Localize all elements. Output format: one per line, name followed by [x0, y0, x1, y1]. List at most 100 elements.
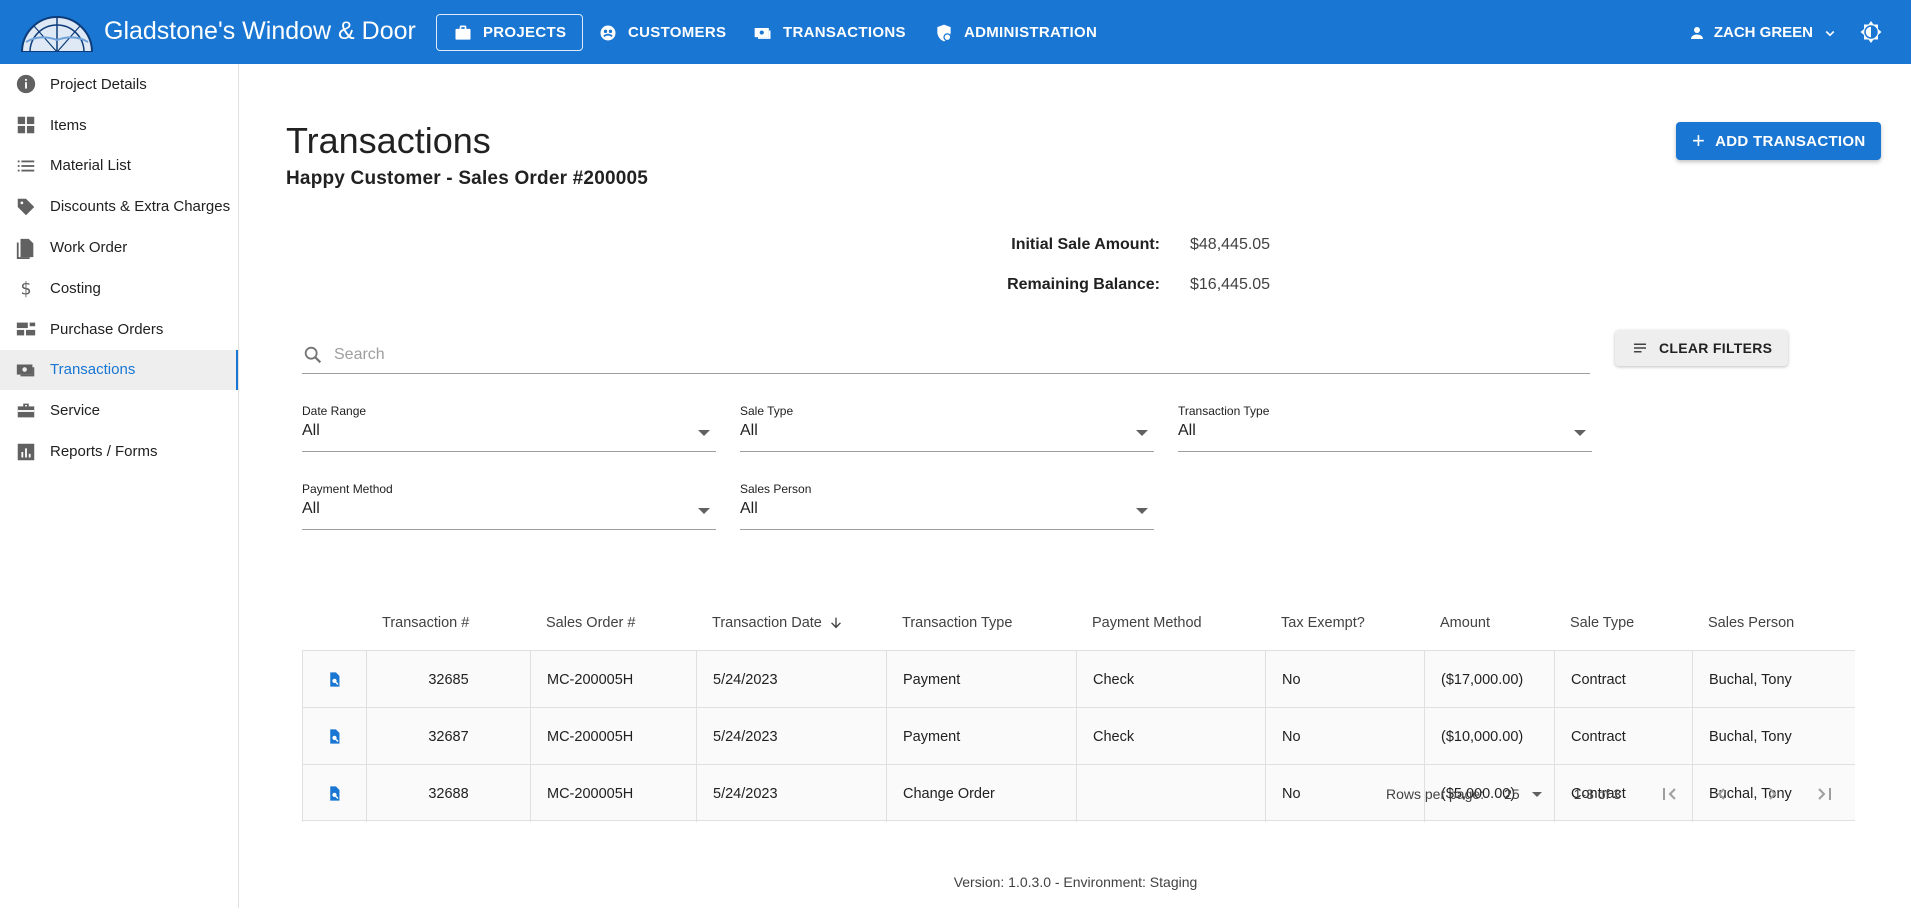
sidebar-item-label: Items [50, 116, 87, 134]
sale-type-select[interactable]: Sale Type All [740, 404, 1154, 452]
dropdown-arrow-icon [1574, 430, 1586, 436]
sidebar-item-work-order[interactable]: Work Order [0, 227, 238, 268]
nav-customers-label: CUSTOMERS [628, 24, 727, 41]
sales-person-label: Sales Person [740, 482, 812, 496]
cell-sales-order-no: MC-200005H [530, 708, 696, 765]
header-tax-exempt[interactable]: Tax Exempt? [1281, 596, 1365, 650]
briefcase-icon [455, 25, 471, 40]
clear-filters-icon [1634, 343, 1646, 353]
header-payment-method[interactable]: Payment Method [1092, 596, 1202, 650]
cell-sale-type: Contract [1554, 651, 1692, 708]
cell-payment-method [1076, 765, 1265, 822]
cell-transaction-type: Payment [886, 708, 1076, 765]
sidebar-item-purchase-orders[interactable]: Purchase Orders [0, 309, 238, 350]
sidebar-item-discounts[interactable]: Discounts & Extra Charges [0, 186, 238, 227]
payment-method-select[interactable]: Payment Method All [302, 482, 716, 530]
header-sales-person[interactable]: Sales Person [1708, 596, 1794, 650]
user-name: ZACH GREEN [1713, 24, 1813, 41]
remaining-balance-row: Remaining Balance: $16,445.05 [840, 276, 1380, 298]
rows-per-page-value: 25 [1504, 786, 1520, 802]
sidebar-item-project-details[interactable]: Project Details [0, 64, 238, 105]
cell-transaction-no: 32687 [366, 708, 530, 765]
transaction-type-label: Transaction Type [1178, 404, 1270, 418]
header-transaction-no[interactable]: Transaction # [382, 596, 469, 650]
previous-page-icon[interactable] [1709, 782, 1733, 806]
chevron-down-icon [1825, 30, 1835, 36]
header-transaction-date[interactable]: Transaction Date [712, 596, 844, 650]
sidebar-item-items[interactable]: Items [0, 105, 238, 146]
search-icon [304, 346, 322, 363]
plus-icon: + [1692, 128, 1706, 153]
header-sale-type[interactable]: Sale Type [1570, 596, 1634, 650]
cell-payment-method: Check [1076, 708, 1265, 765]
cell-sale-type: Contract [1554, 708, 1692, 765]
sidebar-item-reports[interactable]: Reports / Forms [0, 431, 238, 472]
nav-customers-button[interactable]: CUSTOMERS [582, 14, 742, 51]
cell-sales-person: Buchal, Tony [1692, 651, 1855, 708]
header-sales-order-no[interactable]: Sales Order # [546, 596, 635, 650]
search-field[interactable] [302, 336, 1590, 374]
sidebar-item-transactions[interactable]: Transactions [0, 349, 238, 391]
page-range: 1-3 of 3 [1573, 786, 1622, 802]
admin-icon [937, 24, 952, 41]
tag-icon [14, 195, 38, 219]
cell-transaction-date: 5/24/2023 [696, 651, 886, 708]
view-transaction-button[interactable] [302, 765, 366, 822]
page-subtitle: Happy Customer - Sales Order #200005 [286, 168, 649, 189]
rows-per-page-select[interactable]: 25 [1504, 786, 1542, 802]
sidebar-item-label: Costing [50, 279, 101, 297]
cell-tax-exempt: No [1265, 708, 1424, 765]
sidebar-item-costing[interactable]: $ Costing [0, 268, 238, 309]
nav-projects-label: PROJECTS [483, 24, 567, 41]
cell-amount: ($17,000.00) [1424, 651, 1554, 708]
document-icon [14, 236, 38, 260]
search-input[interactable] [334, 345, 1534, 364]
toolbox-icon [14, 399, 38, 423]
remaining-balance-value: $16,445.05 [1190, 276, 1271, 293]
nav-administration-label: ADMINISTRATION [964, 24, 1098, 41]
cell-transaction-date: 5/24/2023 [696, 708, 886, 765]
dropdown-arrow-icon [698, 508, 710, 514]
header-amount[interactable]: Amount [1440, 596, 1490, 650]
user-menu-button[interactable]: ZACH GREEN [1688, 14, 1839, 51]
grid-icon [14, 113, 38, 137]
cell-tax-exempt: No [1265, 651, 1424, 708]
initial-sale-label: Initial Sale Amount: [1011, 236, 1160, 253]
cell-sales-person: Buchal, Tony [1692, 708, 1855, 765]
sidebar-item-label: Project Details [50, 75, 147, 93]
transaction-type-select[interactable]: Transaction Type All [1178, 404, 1592, 452]
page-nav [1657, 782, 1837, 806]
header-transaction-type[interactable]: Transaction Type [902, 596, 1012, 650]
payment-method-label: Payment Method [302, 482, 393, 496]
add-transaction-button[interactable]: + ADD TRANSACTION [1676, 122, 1882, 160]
main-content: Transactions Happy Customer - Sales Orde… [240, 64, 1911, 908]
last-page-icon[interactable] [1813, 782, 1837, 806]
brightness-icon[interactable] [1859, 20, 1883, 44]
sales-person-select[interactable]: Sales Person All [740, 482, 1154, 530]
next-page-icon[interactable] [1761, 782, 1785, 806]
view-transaction-button[interactable] [302, 708, 366, 765]
first-page-icon[interactable] [1657, 782, 1681, 806]
cell-sales-order-no: MC-200005H [530, 765, 696, 822]
clear-filters-button[interactable]: CLEAR FILTERS [1615, 330, 1789, 366]
dropdown-arrow-icon [1136, 508, 1148, 514]
table-header: Transaction # Sales Order # Transaction … [302, 596, 1855, 650]
dropdown-arrow-icon [698, 430, 710, 436]
view-transaction-button[interactable] [302, 651, 366, 708]
nav-projects-button[interactable]: PROJECTS [436, 14, 584, 51]
date-range-select[interactable]: Date Range All [302, 404, 716, 452]
money-icon [754, 27, 771, 39]
nav-administration-button[interactable]: ADMINISTRATION [918, 14, 1113, 51]
arrow-down-icon [830, 617, 841, 629]
app-header: Gladstone's Window & Door PROJECTS CUSTO… [0, 0, 1911, 64]
table-row: 32685 MC-200005H 5/24/2023 Payment Check… [302, 650, 1855, 708]
cell-transaction-date: 5/24/2023 [696, 765, 886, 822]
version-footer: Version: 1.0.3.0 - Environment: Staging [953, 874, 1198, 890]
sidebar-item-label: Transactions [50, 361, 136, 379]
rows-per-page-label: Rows per page: [1386, 786, 1485, 802]
nav-transactions-button[interactable]: TRANSACTIONS [737, 14, 922, 51]
sidebar-item-service[interactable]: Service [0, 390, 238, 431]
info-icon [14, 72, 38, 96]
sidebar-item-material-list[interactable]: Material List [0, 146, 238, 187]
app-brand[interactable]: Gladstone's Window & Door [104, 17, 416, 46]
